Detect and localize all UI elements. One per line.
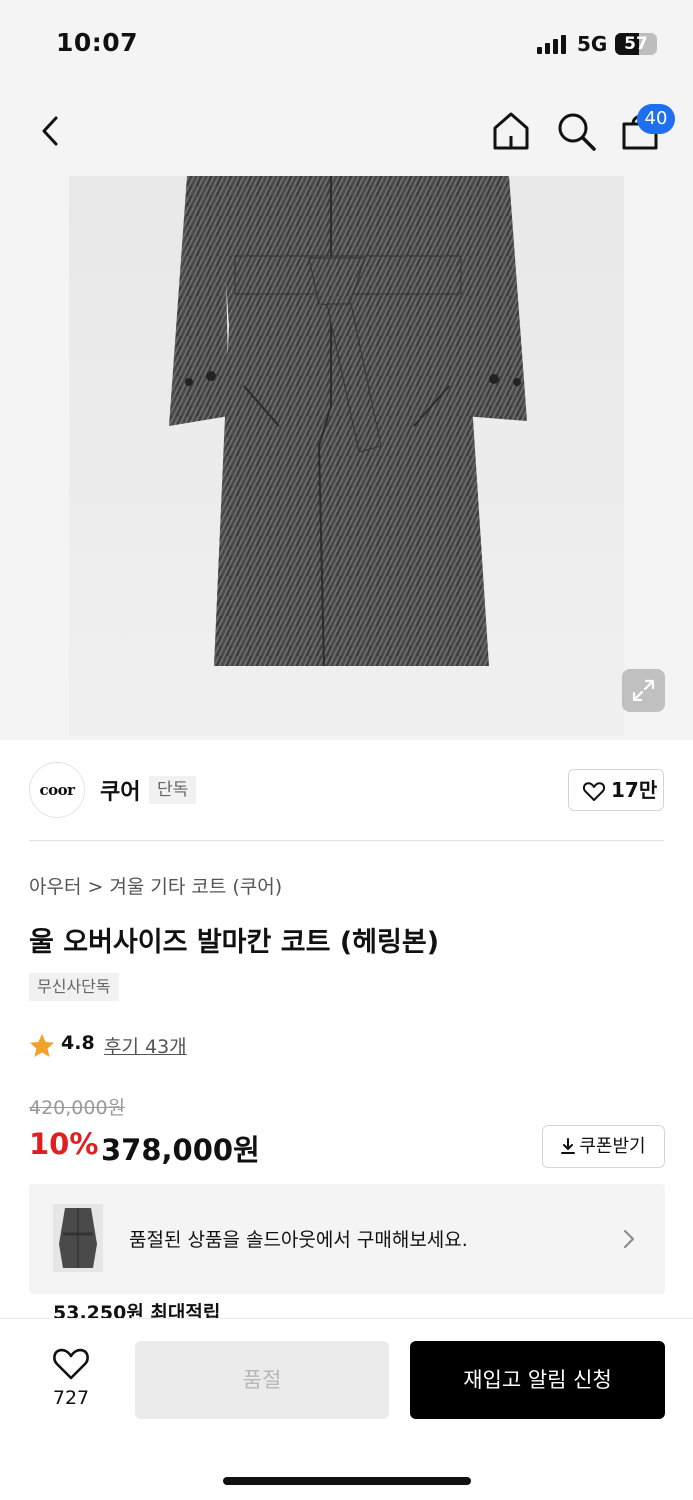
heart-icon bbox=[53, 1348, 89, 1380]
divider bbox=[29, 840, 664, 841]
chevron-right-icon bbox=[624, 1230, 634, 1248]
brand-row: coor 쿠어 단독 17만 bbox=[0, 740, 693, 840]
signal-icon bbox=[537, 34, 567, 54]
back-button[interactable] bbox=[34, 112, 68, 150]
home-button[interactable] bbox=[490, 110, 532, 152]
restock-alert-button[interactable]: 재입고 알림 신청 bbox=[410, 1341, 665, 1419]
brand-logo[interactable]: coor bbox=[29, 762, 85, 818]
battery-icon: 57 bbox=[615, 33, 657, 55]
breadcrumb-item[interactable]: 아우터 bbox=[29, 876, 81, 898]
heart-icon bbox=[582, 782, 606, 801]
breadcrumb: 아우터 > 겨울 기타 코트 (쿠어) bbox=[29, 872, 282, 899]
sale-price: 378,000원 bbox=[101, 1133, 260, 1167]
soldout-banner[interactable]: 품절된 상품을 솔드아웃에서 구매해보세요. bbox=[29, 1184, 665, 1294]
chevron-right-icon: > bbox=[87, 876, 104, 898]
discount-rate: 10% bbox=[29, 1127, 99, 1161]
breadcrumb-item[interactable]: 겨울 기타 코트 (쿠어) bbox=[109, 876, 282, 898]
soldout-banner-text: 품절된 상품을 솔드아웃에서 구매해보세요. bbox=[129, 1229, 468, 1251]
brand-like-button[interactable]: 17만 bbox=[568, 769, 664, 811]
search-button[interactable] bbox=[555, 110, 597, 152]
chevron-left-icon bbox=[42, 116, 58, 146]
expand-image-button[interactable] bbox=[622, 669, 665, 712]
home-icon bbox=[493, 112, 529, 150]
coupon-label: 쿠폰받기 bbox=[579, 1136, 646, 1157]
product-title: 울 오버사이즈 발마칸 코트 (헤링본) bbox=[29, 927, 440, 958]
bottom-action-bar: 727 품절 재입고 알림 신청 bbox=[0, 1318, 693, 1500]
brand-exclusive-tag: 단독 bbox=[149, 776, 197, 804]
star-icon bbox=[30, 1034, 54, 1057]
status-bar: 10:07 5G 57 bbox=[0, 0, 693, 88]
wishlist-count: 727 bbox=[52, 1387, 90, 1409]
brand-like-count: 17만 bbox=[611, 778, 658, 802]
rating-score: 4.8 bbox=[61, 1032, 95, 1054]
soldout-product-thumbnail bbox=[53, 1204, 103, 1272]
network-label: 5G bbox=[577, 32, 608, 56]
search-icon bbox=[558, 113, 596, 151]
nav-bar bbox=[0, 88, 693, 176]
wishlist-button[interactable]: 727 bbox=[36, 1345, 106, 1415]
soldout-button[interactable]: 품절 bbox=[135, 1341, 389, 1419]
battery-level: 57 bbox=[624, 34, 648, 54]
download-icon bbox=[561, 1138, 576, 1154]
coat-thumbnail bbox=[59, 1208, 97, 1268]
review-count-link[interactable]: 후기 43개 bbox=[104, 1032, 187, 1059]
brand-name[interactable]: 쿠어 bbox=[100, 774, 140, 806]
expand-icon bbox=[632, 679, 655, 702]
home-indicator bbox=[223, 1477, 471, 1485]
cart-count-badge: 40 bbox=[637, 104, 675, 134]
status-time: 10:07 bbox=[56, 28, 139, 57]
coat-image bbox=[169, 176, 527, 667]
product-image-area[interactable] bbox=[0, 176, 693, 740]
exclusive-tag: 무신사단독 bbox=[29, 973, 119, 1001]
product-photo bbox=[69, 176, 624, 736]
coupon-button[interactable]: 쿠폰받기 bbox=[542, 1125, 665, 1168]
original-price: 420,000원 bbox=[29, 1097, 126, 1119]
